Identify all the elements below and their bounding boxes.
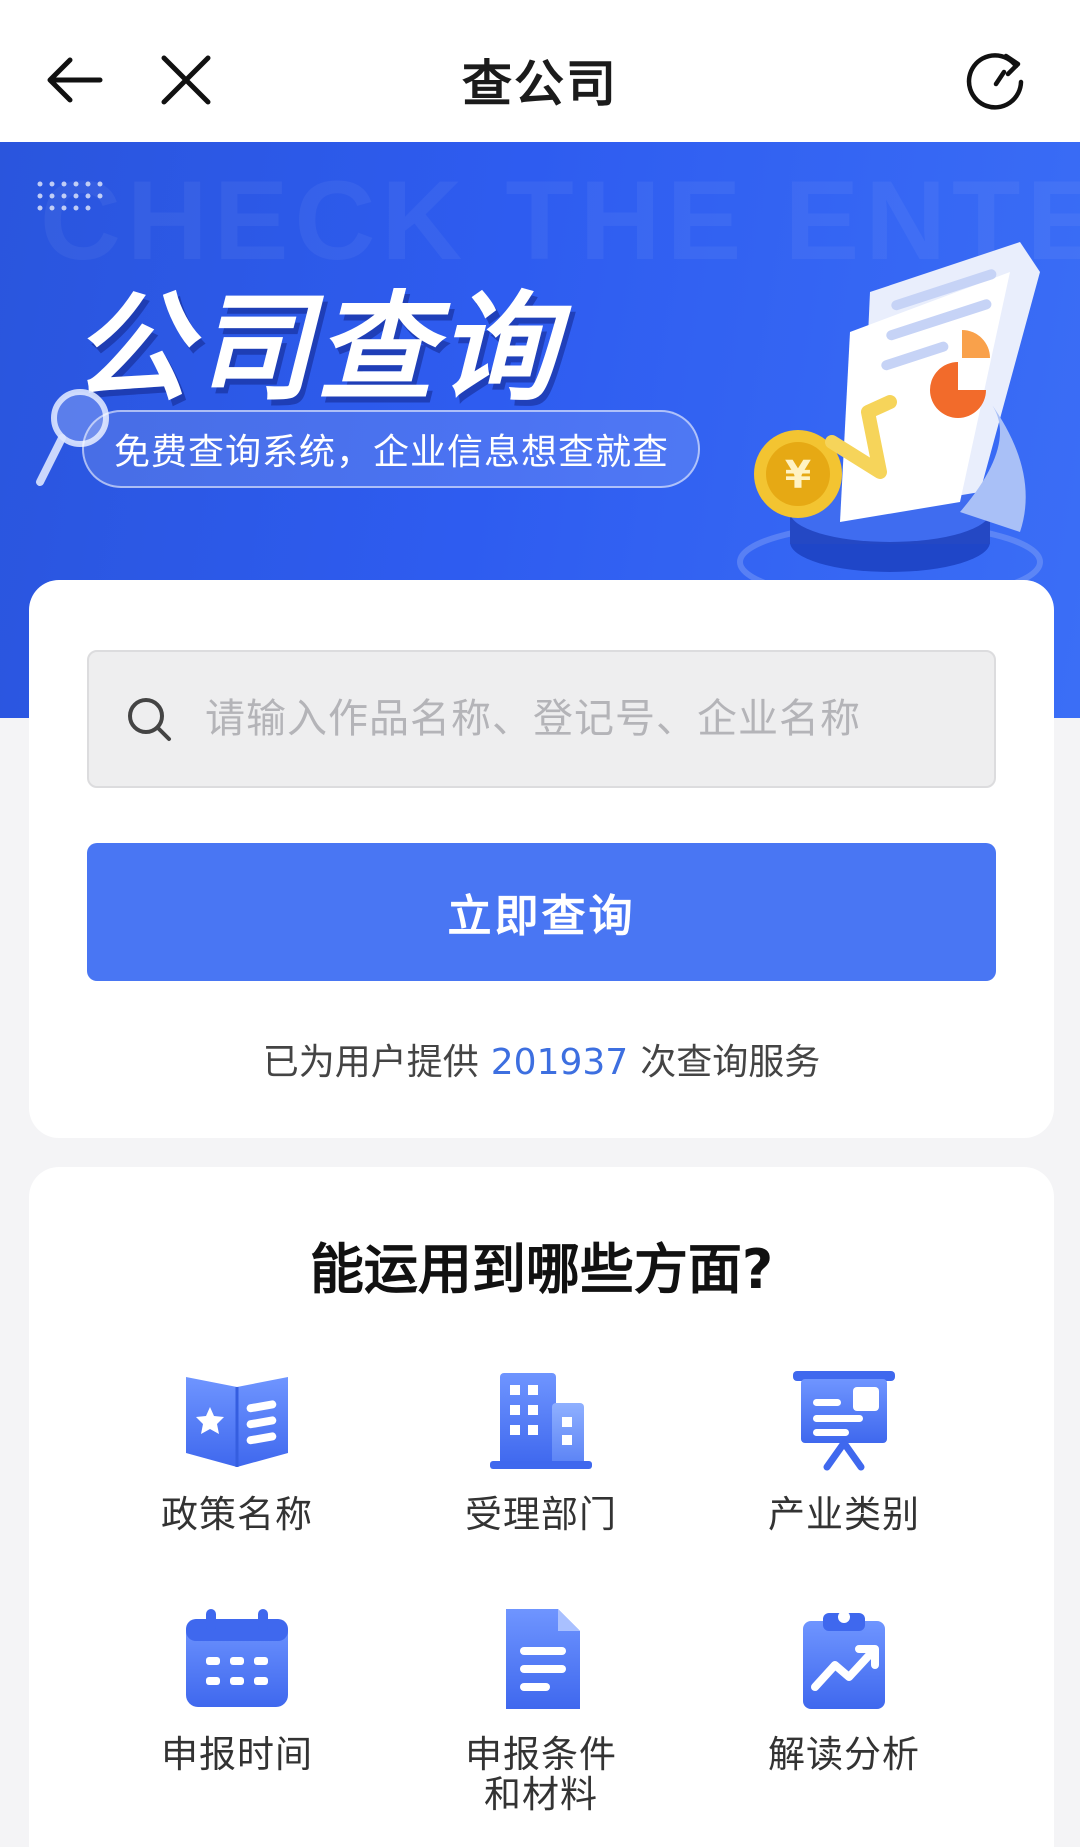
top-navigation-bar: 查公司 (0, 0, 1080, 142)
search-submit-button[interactable]: 立即查询 (87, 843, 996, 981)
banner-subtitle-pill: 免费查询系统，企业信息想查就查 (82, 410, 700, 488)
page-title: 查公司 (462, 55, 618, 113)
uses-card: 能运用到哪些方面? 政策名称 受理部门 产业类别 申报时间 申报条件 和材料 解… (29, 1167, 1054, 1847)
feature-conditions-materials[interactable]: 申报条件 和材料 (411, 1599, 671, 1815)
feature-label: 产业类别 (768, 1493, 920, 1536)
feature-label: 申报条件 和材料 (465, 1733, 617, 1816)
document-icon (506, 1609, 580, 1709)
search-icon (128, 698, 171, 741)
refresh-button[interactable] (956, 40, 1036, 120)
refresh-icon (966, 53, 1024, 110)
feature-label: 解读分析 (768, 1733, 920, 1776)
building-icon (490, 1373, 592, 1469)
feature-label: 受理部门 (465, 1493, 617, 1536)
feature-application-time[interactable]: 申报时间 (107, 1599, 367, 1775)
feature-department[interactable]: 受理部门 (411, 1359, 671, 1535)
stats-suffix: 次查询服务 (640, 1042, 821, 1083)
presentation-board-icon (793, 1371, 895, 1471)
banner-title: 公司查询 (72, 279, 561, 417)
svg-text:¥: ¥ (785, 453, 811, 497)
policy-book-icon (186, 1377, 288, 1467)
feature-industry-category[interactable]: 产业类别 (714, 1359, 974, 1535)
calendar-icon (186, 1609, 288, 1707)
uses-section-title: 能运用到哪些方面? (309, 1238, 774, 1301)
feature-interpretation-analysis[interactable]: 解读分析 (714, 1599, 974, 1775)
search-card: 立即查询 已为用户提供 201937 次查询服务 (29, 580, 1054, 1138)
stats-count: 201937 (490, 1042, 629, 1083)
search-box[interactable] (87, 650, 996, 788)
search-input[interactable] (205, 696, 965, 742)
stats-prefix: 已为用户提供 (262, 1042, 479, 1083)
document-coin-illustration: ¥ (737, 242, 1043, 603)
query-stats: 已为用户提供 201937 次查询服务 (29, 1033, 1054, 1085)
feature-label: 政策名称 (161, 1493, 313, 1536)
clipboard-chart-icon (803, 1611, 885, 1709)
decorative-dots (37, 181, 103, 211)
feature-policy-name[interactable]: 政策名称 (107, 1359, 367, 1535)
feature-label: 申报时间 (161, 1733, 313, 1776)
